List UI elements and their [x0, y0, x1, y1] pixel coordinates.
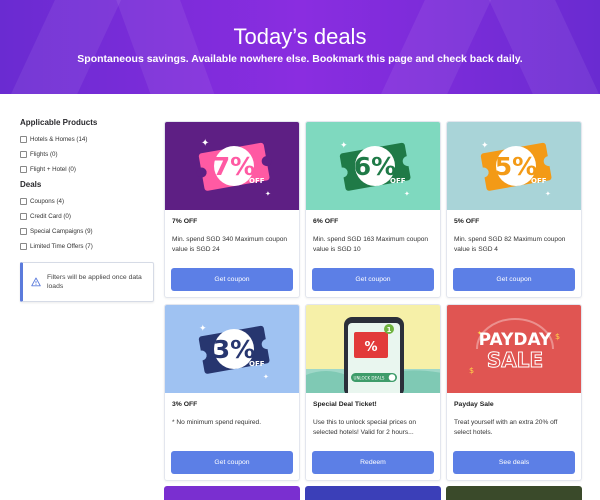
svg-text:%: %	[364, 340, 377, 355]
phone-deal-icon: % 1 UNLOCK DEALS	[306, 305, 440, 393]
filter-label: Flights (0)	[30, 151, 58, 158]
checkbox[interactable]	[20, 166, 27, 173]
deal-description: Use this to unlock special prices on sel…	[313, 419, 416, 436]
svg-text:OFF: OFF	[249, 360, 265, 368]
svg-text:✦: ✦	[265, 190, 271, 198]
svg-text:$: $	[469, 366, 474, 375]
hero-banner: Today’s deals Spontaneous savings. Avail…	[0, 0, 600, 94]
svg-text:OFF: OFF	[531, 177, 547, 185]
svg-text:$: $	[555, 332, 560, 341]
deals-heading: Deals	[20, 180, 42, 189]
filter-label: Flight + Hotel (0)	[30, 166, 76, 173]
filter-label: Coupons (4)	[30, 198, 65, 205]
coupon-ticket-icon: ✦ ✦ 3% OFF	[165, 305, 299, 393]
deal-title: 6% OFF	[313, 218, 339, 225]
deal-card-7-off[interactable]: ✦ ✦ 7% OFF 7% OFF Min. spend SGD 340 Max…	[164, 121, 300, 298]
deal-card-6-off[interactable]: ✦ ✦ 6% OFF 6% OFF Min. spend SGD 163 Max…	[305, 121, 441, 298]
filter-notice: Filters will be applied once data loads	[20, 262, 154, 302]
coupon-image: ✦ ✦ 5% OFF	[447, 122, 581, 210]
svg-text:✦: ✦	[404, 190, 410, 198]
coupon-image: ✦ ✦ 3% OFF	[165, 305, 299, 393]
deal-title: 3% OFF	[172, 401, 198, 408]
deal-description: Min. spend SGD 82 Maximum coupon value i…	[454, 236, 566, 253]
coupon-ticket-icon: ✦ ✦ 5% OFF	[447, 122, 581, 210]
svg-text:✦: ✦	[481, 141, 489, 151]
filter-flights[interactable]: Flights (0)	[20, 147, 160, 162]
svg-text:PAYDAY: PAYDAY	[479, 330, 552, 350]
filter-label: Limited Time Offers (7)	[30, 243, 93, 250]
filter-hotels-homes[interactable]: Hotels & Homes (14)	[20, 132, 160, 147]
filter-flight-hotel[interactable]: Flight + Hotel (0)	[20, 162, 160, 177]
svg-text:✦: ✦	[545, 190, 551, 198]
deal-card-partial[interactable]	[164, 486, 300, 500]
coupon-ticket-icon: ✦ ✦ 6% OFF	[306, 122, 440, 210]
svg-text:1: 1	[387, 326, 392, 334]
notice-text: Filters will be applied once data loads	[47, 273, 142, 290]
svg-text:✦: ✦	[201, 138, 209, 149]
special-deal-image: % 1 UNLOCK DEALS	[306, 305, 440, 393]
page-subtitle: Spontaneous savings. Available nowhere e…	[77, 53, 523, 65]
svg-text:SALE: SALE	[487, 348, 543, 372]
deal-title: Payday Sale	[454, 401, 494, 408]
deal-card-3-off[interactable]: ✦ ✦ 3% OFF 3% OFF * No minimum spend req…	[164, 304, 300, 481]
coupon-image: ✦ ✦ 7% OFF	[165, 122, 299, 210]
get-coupon-button[interactable]: Get coupon	[453, 268, 575, 291]
checkbox[interactable]	[20, 243, 27, 250]
filter-limited-time-offers[interactable]: Limited Time Offers (7)	[20, 239, 160, 254]
deal-card-special-ticket[interactable]: % 1 UNLOCK DEALS Special Deal Ticket! Us…	[305, 304, 441, 481]
deal-description: Treat yourself with an extra 20% off sel…	[454, 419, 558, 436]
deal-card-5-off[interactable]: ✦ ✦ 5% OFF 5% OFF Min. spend SGD 82 Maxi…	[446, 121, 582, 298]
deal-title: Special Deal Ticket!	[313, 401, 377, 408]
filter-special-campaigns[interactable]: Special Campaigns (9)	[20, 224, 160, 239]
deal-description: Min. spend SGD 163 Maximum coupon value …	[313, 236, 429, 253]
redeem-button[interactable]: Redeem	[312, 451, 434, 474]
filter-label: Credit Card (0)	[30, 213, 71, 220]
svg-text:✦: ✦	[263, 373, 269, 381]
filter-label: Hotels & Homes (14)	[30, 136, 88, 143]
svg-text:✦: ✦	[199, 324, 207, 334]
get-coupon-button[interactable]: Get coupon	[171, 268, 293, 291]
checkbox[interactable]	[20, 151, 27, 158]
deal-title: 7% OFF	[172, 218, 198, 225]
svg-text:OFF: OFF	[249, 177, 265, 185]
svg-text:OFF: OFF	[390, 177, 406, 185]
filter-label: Special Campaigns (9)	[30, 228, 93, 235]
svg-text:UNLOCK DEALS: UNLOCK DEALS	[354, 376, 385, 381]
get-coupon-button[interactable]: Get coupon	[171, 451, 293, 474]
deal-description: Min. spend SGD 340 Maximum coupon value …	[172, 236, 288, 253]
get-coupon-button[interactable]: Get coupon	[312, 268, 434, 291]
warning-icon	[31, 277, 41, 287]
checkbox[interactable]	[20, 213, 27, 220]
page-title: Today’s deals	[233, 24, 367, 49]
filter-credit-card[interactable]: Credit Card (0)	[20, 209, 160, 224]
deal-card-payday-sale[interactable]: $ $ ✦ PAYDAY SALE Payday Sale Treat your…	[446, 304, 582, 481]
coupon-image: ✦ ✦ 6% OFF	[306, 122, 440, 210]
filter-sidebar: Applicable Products Hotels & Homes (14) …	[20, 118, 160, 254]
deal-title: 5% OFF	[454, 218, 480, 225]
deal-description: * No minimum spend required.	[172, 419, 262, 426]
coupon-ticket-icon: ✦ ✦ 7% OFF	[165, 122, 299, 210]
deal-card-partial[interactable]	[305, 486, 441, 500]
checkbox[interactable]	[20, 198, 27, 205]
applicable-products-heading: Applicable Products	[20, 118, 98, 127]
filter-coupons[interactable]: Coupons (4)	[20, 194, 160, 209]
payday-sale-image: $ $ ✦ PAYDAY SALE	[447, 305, 581, 393]
checkbox[interactable]	[20, 228, 27, 235]
checkbox[interactable]	[20, 136, 27, 143]
svg-text:✦: ✦	[340, 141, 348, 151]
see-deals-button[interactable]: See deals	[453, 451, 575, 474]
payday-sale-banner-icon: $ $ ✦ PAYDAY SALE	[447, 305, 581, 393]
deal-card-partial[interactable]	[446, 486, 582, 500]
